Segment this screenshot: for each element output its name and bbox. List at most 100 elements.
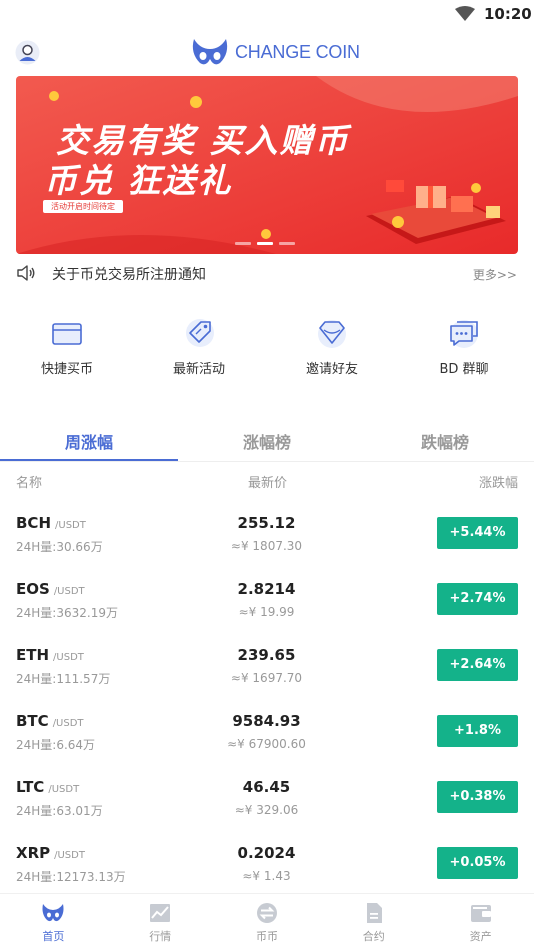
banner-dot[interactable]: [235, 242, 251, 245]
active-tab-indicator: [0, 459, 178, 461]
banner-tag: 活动开启时间待定: [43, 200, 123, 213]
market-row[interactable]: ETH/USDT 24H量:111.57万 239.65 ≈¥ 1697.70 …: [0, 632, 534, 698]
chat-icon: [450, 320, 478, 348]
tabbar-label: 币币: [255, 930, 278, 943]
tabbar-contract[interactable]: 合约: [320, 902, 427, 944]
quick-action-invite[interactable]: 邀请好友: [267, 316, 397, 377]
market-column-header: 名称 最新价 涨跌幅: [0, 472, 534, 491]
banner-headline-line2: 币兑 狂送礼: [44, 161, 233, 200]
tabbar-home[interactable]: 首页: [0, 902, 107, 944]
market-row[interactable]: EOS/USDT 24H量:3632.19万 2.8214 ≈¥ 19.99 +…: [0, 566, 534, 632]
status-bar: 10:20: [0, 0, 534, 28]
coin-price: 2.8214: [237, 580, 296, 598]
change-badge[interactable]: +1.8%: [437, 715, 518, 747]
market-row[interactable]: BCH/USDT 24H量:30.66万 255.12 ≈¥ 1807.30 +…: [0, 500, 534, 566]
exchange-icon: [256, 903, 277, 923]
tabbar-label: 行情: [149, 930, 172, 943]
wallet-icon: [470, 905, 491, 922]
change-badge[interactable]: +2.74%: [437, 583, 518, 615]
tabbar-assets[interactable]: 资产: [427, 902, 534, 944]
coin-price-cny: ≈¥ 67900.60: [227, 737, 306, 751]
coin-volume: 24H量:3632.19万: [16, 606, 118, 620]
tab-gainers[interactable]: 涨幅榜: [178, 429, 356, 453]
coin-price-cny: ≈¥ 19.99: [238, 605, 295, 619]
app-header: CHANGE COIN: [0, 28, 534, 74]
coin-price: 46.45: [242, 778, 291, 796]
change-badge[interactable]: +0.38%: [437, 781, 518, 813]
coin-symbol: EOS/USDT: [16, 580, 85, 598]
change-badge[interactable]: +0.05%: [437, 847, 518, 879]
banner-pagination: [235, 242, 295, 245]
coin-price: 0.2024: [237, 844, 296, 862]
tag-icon: [186, 319, 214, 347]
quick-action-label: 快捷买币: [40, 362, 93, 377]
tabbar-spot[interactable]: 币币: [214, 902, 321, 944]
quick-action-events[interactable]: 最新活动: [134, 316, 264, 377]
quick-actions: 快捷买币 最新活动 邀请好友 BD 群聊: [0, 316, 534, 386]
bottom-tab-bar: 首页 行情 币币 合约 资产: [0, 893, 534, 949]
coin-volume: 24H量:12173.13万: [16, 870, 126, 884]
coin-symbol: BTC/USDT: [16, 712, 84, 730]
coin-price: 239.65: [237, 646, 296, 664]
coin-symbol: ETH/USDT: [16, 646, 84, 664]
quick-action-label: 邀请好友: [305, 362, 358, 377]
promo-banner[interactable]: 交易有奖 买入赠币 币兑 狂送礼 活动开启时间待定: [16, 76, 518, 254]
banner-dot-active[interactable]: [257, 242, 273, 245]
tab-weekly-gain[interactable]: 周涨幅: [0, 429, 178, 453]
logo-mark-icon: [192, 39, 228, 65]
coin-price-cny: ≈¥ 1697.70: [230, 671, 303, 685]
coin-pair: /USDT: [53, 652, 84, 663]
notice-bar[interactable]: 关于币兑交易所注册通知 更多>>: [0, 260, 534, 286]
avatar-icon[interactable]: [15, 40, 40, 65]
home-logo-icon: [42, 904, 64, 922]
coin-symbol: LTC/USDT: [16, 778, 80, 796]
coin-price-cny: ≈¥ 1.43: [242, 869, 291, 883]
coin-pair: /USDT: [52, 718, 84, 729]
gift-illustration-icon: [366, 180, 506, 244]
coin-symbol: XRP/USDT: [16, 844, 85, 862]
document-icon: [366, 903, 382, 923]
change-badge[interactable]: +5.44%: [437, 517, 518, 549]
coin-price: 9584.93: [232, 712, 301, 730]
quick-action-bd-chat[interactable]: BD 群聊: [399, 316, 529, 377]
change-badge[interactable]: +2.64%: [437, 649, 518, 681]
card-icon: [52, 323, 82, 345]
column-name: 名称: [16, 476, 43, 491]
coin-pair: /USDT: [48, 784, 80, 795]
quick-action-label: 最新活动: [172, 362, 225, 377]
market-row[interactable]: XRP/USDT 24H量:12173.13万 0.2024 ≈¥ 1.43 +…: [0, 830, 534, 896]
column-price: 最新价: [248, 476, 288, 491]
chart-icon: [150, 904, 171, 922]
tabbar-market[interactable]: 行情: [107, 902, 214, 944]
coin-volume: 24H量:6.64万: [16, 738, 96, 752]
coin-symbol: BCH/USDT: [16, 514, 86, 532]
column-change: 涨跌幅: [478, 476, 518, 491]
coin-price-cny: ≈¥ 1807.30: [230, 539, 303, 553]
coin-volume: 24H量:63.01万: [16, 804, 103, 818]
coin-pair: /USDT: [53, 586, 85, 597]
ranking-tabs: 周涨幅 涨幅榜 跌幅榜: [0, 424, 534, 462]
diamond-icon: [318, 320, 346, 348]
notice-more-link[interactable]: 更多>>: [473, 266, 517, 283]
market-row[interactable]: BTC/USDT 24H量:6.64万 9584.93 ≈¥ 67900.60 …: [0, 698, 534, 764]
notice-text[interactable]: 关于币兑交易所注册通知: [52, 264, 206, 284]
coin-pair: /USDT: [55, 520, 86, 531]
quick-action-buy[interactable]: 快捷买币: [2, 316, 132, 377]
coin-price-cny: ≈¥ 329.06: [234, 803, 299, 817]
logo-text: CHANGE COIN: [235, 41, 360, 62]
coin-volume: 24H量:30.66万: [16, 540, 103, 554]
banner-dot[interactable]: [279, 242, 295, 245]
coin-price: 255.12: [237, 514, 296, 532]
tabbar-label: 资产: [469, 930, 492, 943]
wifi-icon: [455, 6, 475, 21]
market-row[interactable]: LTC/USDT 24H量:63.01万 46.45 ≈¥ 329.06 +0.…: [0, 764, 534, 830]
tab-losers[interactable]: 跌幅榜: [356, 429, 534, 453]
tabbar-label: 合约: [362, 930, 385, 943]
status-time: 10:20: [484, 5, 532, 23]
brand-logo: CHANGE COIN: [190, 37, 360, 67]
speaker-icon: [17, 265, 35, 281]
tabbar-label: 首页: [42, 930, 65, 943]
coin-volume: 24H量:111.57万: [16, 672, 111, 686]
quick-action-label: BD 群聊: [439, 362, 489, 377]
coin-pair: /USDT: [54, 850, 85, 861]
